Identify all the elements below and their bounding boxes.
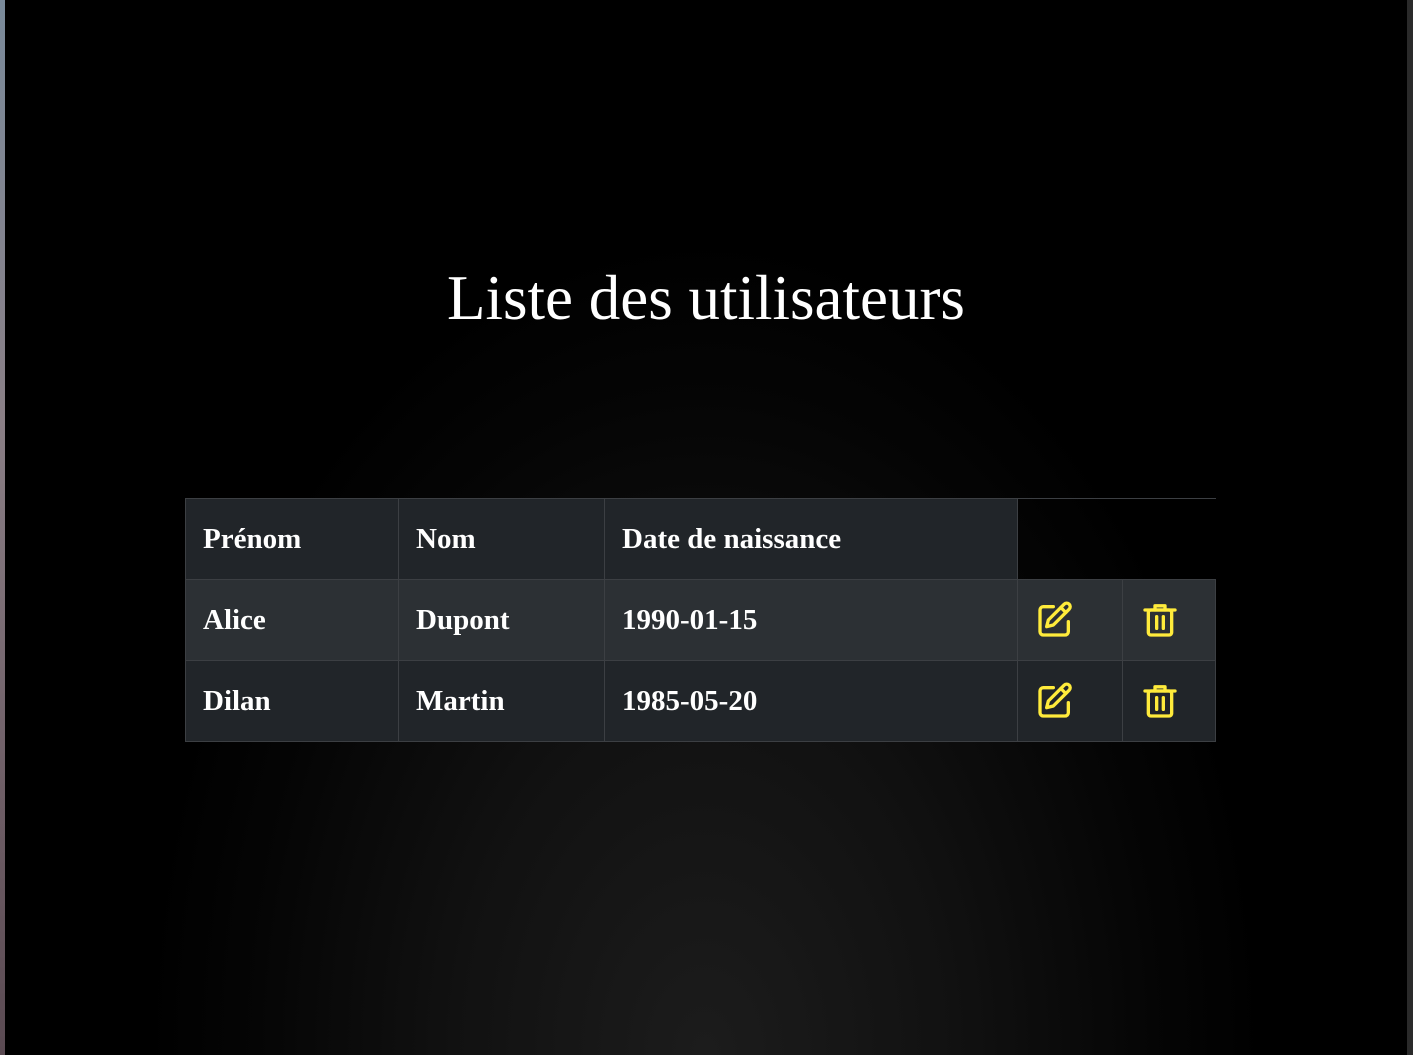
trash-icon[interactable] bbox=[1140, 600, 1180, 640]
table-row: Dilan Martin 1985-05-20 bbox=[185, 660, 1216, 742]
table-row: Alice Dupont 1990-01-15 bbox=[185, 579, 1216, 661]
cell-prenom: Alice bbox=[185, 579, 399, 661]
column-header-nom: Nom bbox=[398, 498, 605, 580]
trash-icon[interactable] bbox=[1140, 681, 1180, 721]
window-edge-right bbox=[1407, 0, 1413, 1055]
users-table: Prénom Nom Date de naissance Alice Dupon… bbox=[185, 498, 1216, 742]
cell-date-naissance: 1985-05-20 bbox=[604, 660, 1018, 742]
column-header-prenom: Prénom bbox=[185, 498, 399, 580]
cell-edit bbox=[1017, 579, 1123, 661]
table-body: Alice Dupont 1990-01-15 Dilan Martin 198… bbox=[185, 579, 1216, 742]
column-header-date-naissance: Date de naissance bbox=[604, 498, 1018, 580]
cell-prenom: Dilan bbox=[185, 660, 399, 742]
cell-nom: Dupont bbox=[398, 579, 605, 661]
cell-edit bbox=[1017, 660, 1123, 742]
cell-delete bbox=[1122, 660, 1216, 742]
page-title: Liste des utilisateurs bbox=[447, 263, 965, 333]
cell-nom: Martin bbox=[398, 660, 605, 742]
cell-date-naissance: 1990-01-15 bbox=[604, 579, 1018, 661]
table-header: Prénom Nom Date de naissance bbox=[185, 498, 1216, 580]
edit-icon[interactable] bbox=[1035, 600, 1075, 640]
edit-icon[interactable] bbox=[1035, 681, 1075, 721]
table-header-row: Prénom Nom Date de naissance bbox=[185, 498, 1216, 580]
cell-delete bbox=[1122, 579, 1216, 661]
column-header-actions bbox=[1017, 498, 1216, 580]
